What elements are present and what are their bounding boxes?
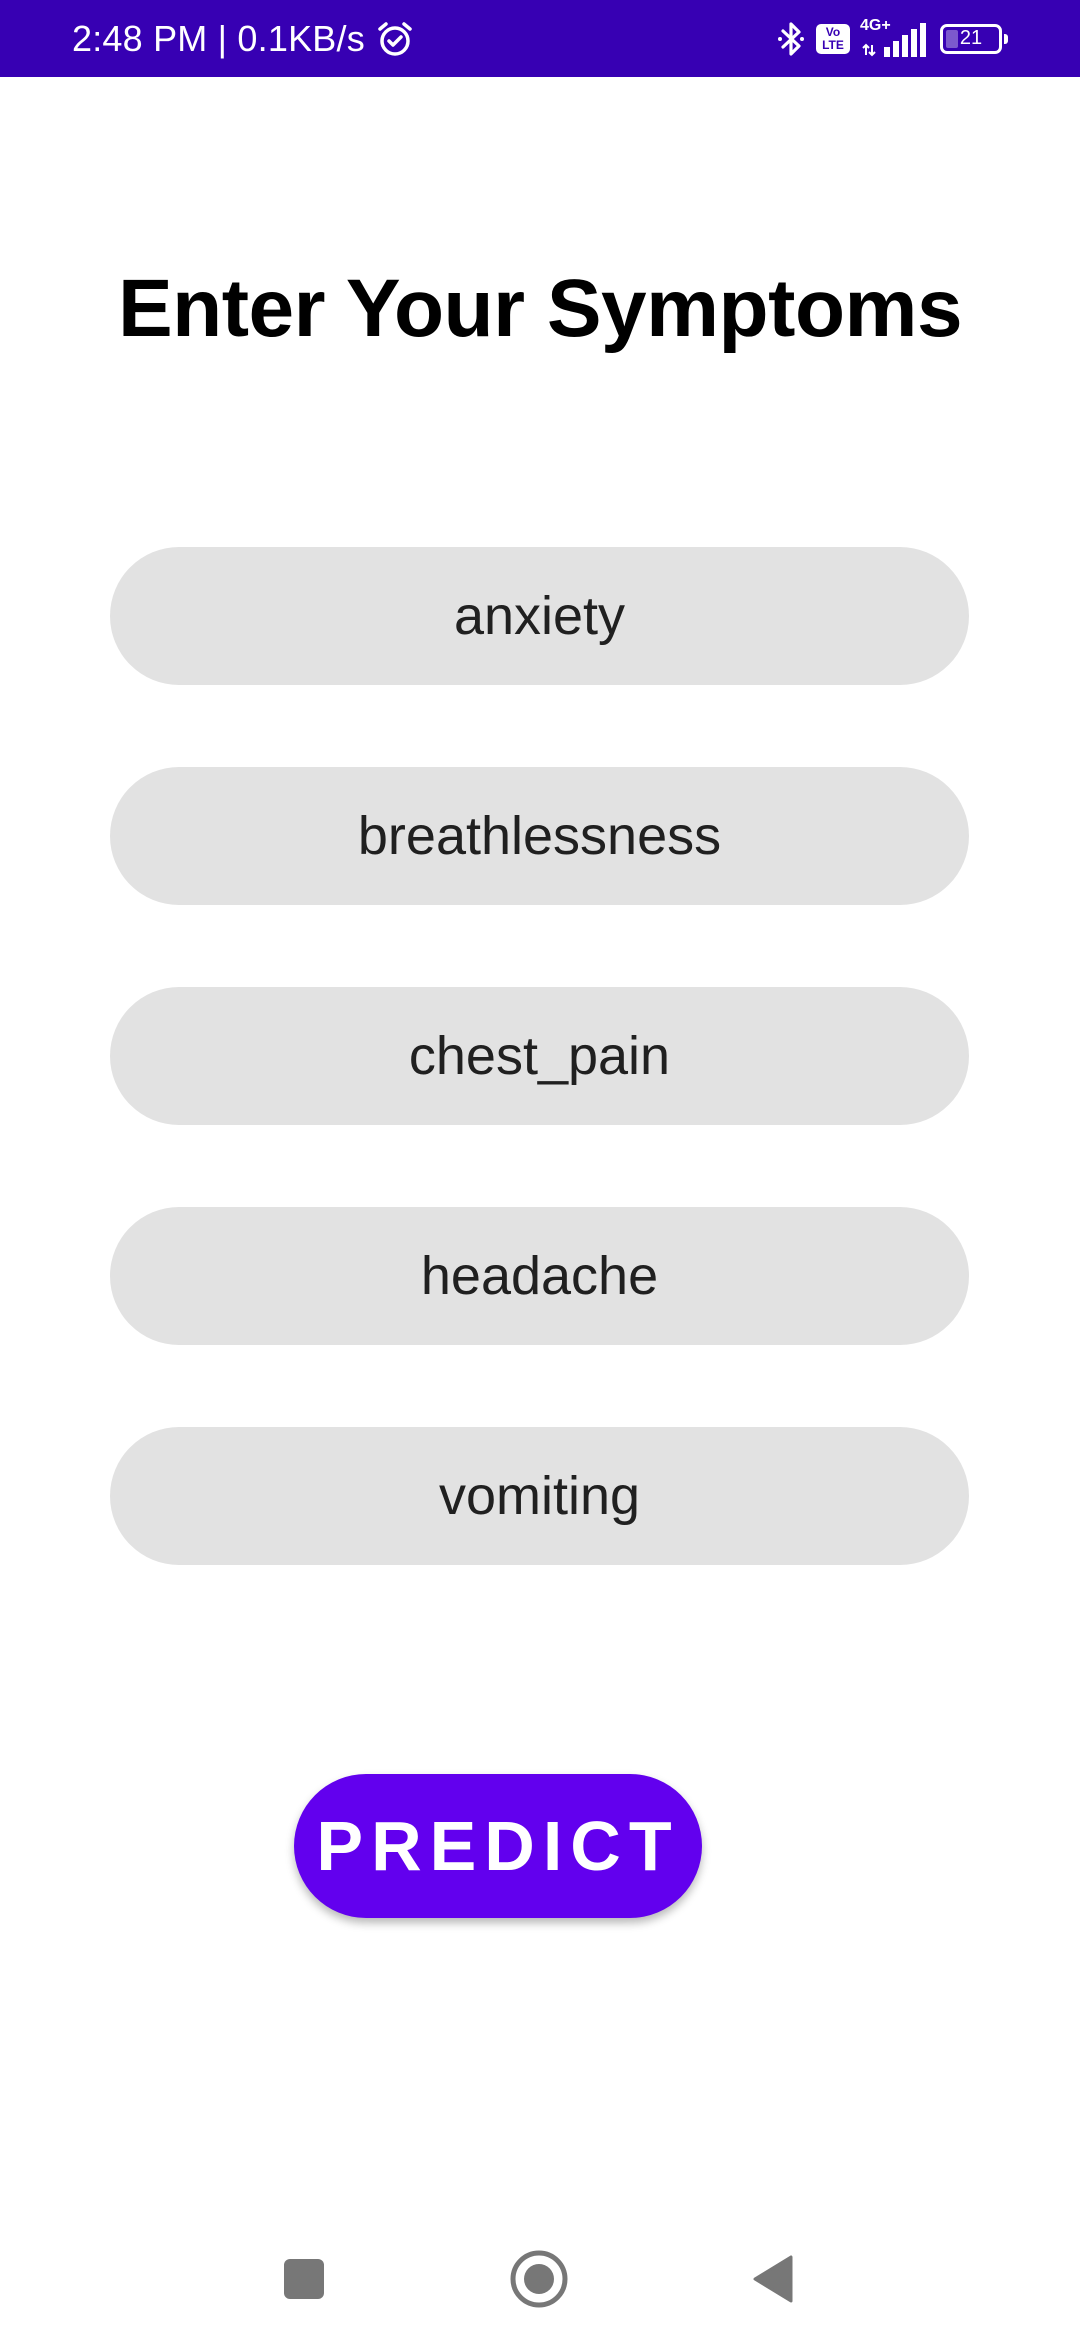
back-button[interactable] — [739, 2244, 809, 2314]
app-screen: 2:48 PM | 0.1KB/s Vo LTE 4G+ 21 Enter Yo… — [0, 0, 1080, 2340]
battery-icon: 21 — [940, 23, 1008, 54]
symptom-field-1[interactable]: anxiety — [110, 547, 969, 685]
volte-icon: Vo LTE — [816, 23, 850, 54]
symptom-field-5[interactable]: vomiting — [110, 1427, 969, 1565]
square-icon — [284, 2259, 324, 2299]
symptom-field-2[interactable]: breathlessness — [110, 767, 969, 905]
alarm-icon — [375, 19, 415, 59]
page-title: Enter Your Symptoms — [117, 263, 963, 354]
home-button[interactable] — [504, 2244, 574, 2314]
battery-level: 21 — [959, 27, 983, 49]
triangle-back-icon — [753, 2255, 793, 2303]
status-time-speed: 2:48 PM | 0.1KB/s — [72, 17, 365, 59]
circle-icon — [510, 2250, 568, 2308]
symptom-field-3[interactable]: chest_pain — [110, 987, 969, 1125]
predict-button[interactable]: PREDICT — [294, 1774, 702, 1918]
bluetooth-icon — [776, 19, 806, 59]
recents-button[interactable] — [269, 2244, 339, 2314]
status-right: Vo LTE 4G+ 21 — [776, 0, 1008, 77]
signal-icon: 4G+ — [860, 17, 930, 59]
symptom-field-4[interactable]: headache — [110, 1207, 969, 1345]
status-left: 2:48 PM | 0.1KB/s — [72, 0, 415, 77]
battery-fill — [946, 29, 958, 48]
status-bar: 2:48 PM | 0.1KB/s Vo LTE 4G+ 21 — [0, 0, 1080, 77]
navigation-bar — [0, 2220, 1080, 2340]
